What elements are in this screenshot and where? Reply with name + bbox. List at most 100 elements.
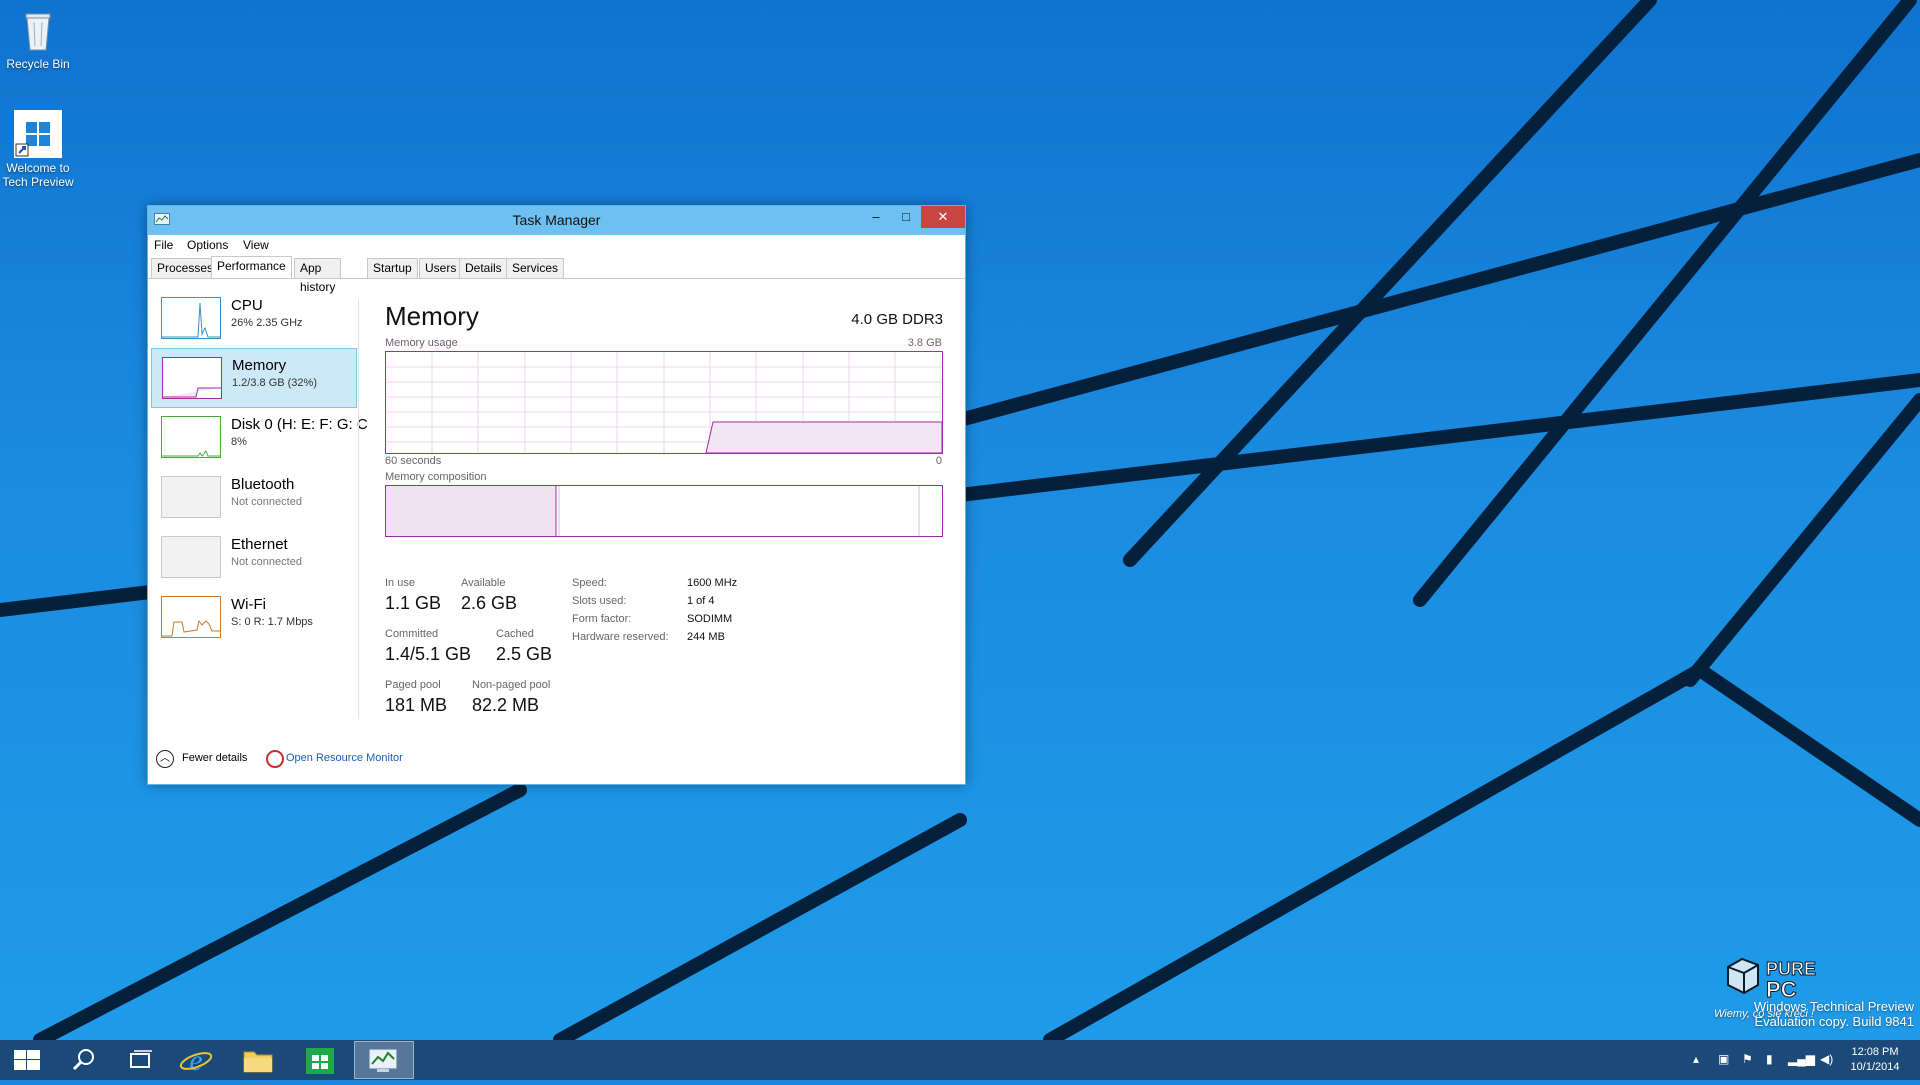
search-button[interactable] <box>56 1040 112 1080</box>
watermark-line2: Evaluation copy. Build 9841 <box>1754 1014 1914 1029</box>
memory-composition-label: Memory composition <box>385 471 487 483</box>
performance-panel: CPU 26% 2.35 GHz Memory 1.2/3.8 GB (32%)… <box>148 278 965 785</box>
tab-services[interactable]: Services <box>506 258 565 279</box>
memory-usage-label: Memory usage <box>385 337 458 349</box>
start-button[interactable] <box>0 1040 56 1080</box>
ethernet-graph-icon <box>161 536 221 578</box>
recycle-bin-icon <box>14 6 62 54</box>
store-button[interactable] <box>292 1040 348 1080</box>
task-view-icon <box>130 1050 152 1068</box>
tab-details[interactable]: Details <box>459 258 508 279</box>
file-explorer-button[interactable] <box>230 1040 286 1080</box>
windows-logo-icon <box>14 110 62 158</box>
sidebar-wifi-subtitle: S: 0 R: 1.7 Mbps <box>231 616 313 628</box>
hardware-reserved-label: Hardware reserved: <box>572 631 669 643</box>
tab-performance[interactable]: Performance <box>211 256 292 279</box>
sidebar-disk-subtitle: 8% <box>231 436 247 448</box>
flag-icon[interactable]: ⚑ <box>1742 1052 1753 1066</box>
sidebar-cpu-subtitle: 26% 2.35 GHz <box>231 317 303 329</box>
clock-time: 12:08 PM <box>1851 1046 1899 1058</box>
task-view-button[interactable] <box>112 1040 168 1080</box>
resource-monitor-icon <box>266 750 284 768</box>
chevron-up-icon: ︿ <box>156 750 174 768</box>
close-button[interactable]: ✕ <box>921 206 965 228</box>
volume-icon[interactable]: ◀) <box>1820 1052 1833 1066</box>
search-icon <box>72 1049 94 1071</box>
sidebar-item-memory[interactable]: Memory 1.2/3.8 GB (32%) <box>151 348 357 408</box>
available-value: 2.6 GB <box>461 593 518 613</box>
sidebar-cpu-title: CPU <box>231 297 263 314</box>
memory-usage-graph <box>385 351 943 454</box>
svg-text:e: e <box>189 1044 202 1077</box>
tab-app-history[interactable]: App history <box>294 258 342 294</box>
minimize-button[interactable]: – <box>861 206 891 228</box>
time-left-label: 60 seconds <box>385 455 442 467</box>
slots-label: Slots used: <box>572 595 627 607</box>
memory-usage-max: 3.8 GB <box>907 337 942 349</box>
form-factor-value: SODIMM <box>687 613 733 625</box>
sidebar-item-cpu[interactable]: CPU 26% 2.35 GHz <box>151 289 357 347</box>
tab-startup[interactable]: Startup <box>367 258 418 279</box>
windows-build-watermark: Windows Technical Preview Evaluation cop… <box>1754 955 1914 1029</box>
sidebar-ethernet-title: Ethernet <box>231 536 288 553</box>
show-hidden-icons-icon[interactable]: ▴ <box>1693 1052 1699 1066</box>
sidebar-item-ethernet[interactable]: Ethernet Not connected <box>151 528 357 586</box>
task-manager-taskbar-button[interactable] <box>354 1041 414 1079</box>
tab-processes[interactable]: Processes <box>151 258 220 279</box>
menu-file[interactable]: File <box>154 238 173 252</box>
menu-options[interactable]: Options <box>187 238 228 252</box>
welcome-label: Welcome to Tech Preview <box>2 161 74 189</box>
store-icon <box>306 1048 334 1074</box>
windows-start-icon <box>14 1050 40 1070</box>
folder-icon <box>243 1051 273 1073</box>
recycle-bin-shortcut[interactable]: Recycle Bin <box>0 6 76 71</box>
window-title: Task Manager <box>512 212 601 228</box>
wifi-graph-icon <box>161 596 221 638</box>
watermark-line1: Windows Technical Preview <box>1753 999 1914 1014</box>
clock[interactable]: 12:08 PM 10/1/2014 <box>1840 1045 1910 1075</box>
task-manager-window: Task Manager – □ ✕ File Options View Pro… <box>147 205 966 785</box>
in-use-value: 1.1 GB <box>385 593 442 613</box>
action-center-icon[interactable]: ▣ <box>1718 1052 1729 1066</box>
panel-divider <box>358 299 359 719</box>
sidebar-item-disk[interactable]: Disk 0 (H: E: F: G: C 8% <box>151 408 368 466</box>
sidebar-ethernet-subtitle: Not connected <box>231 556 302 568</box>
sidebar-item-bluetooth[interactable]: Bluetooth Not connected <box>151 468 357 526</box>
in-use-label: In use <box>385 577 415 589</box>
paged-pool-label: Paged pool <box>385 679 441 691</box>
committed-value: 1.4/5.1 GB <box>385 644 472 664</box>
nonpaged-pool-label: Non-paged pool <box>472 679 551 691</box>
speed-label: Speed: <box>572 577 607 589</box>
clock-date: 10/1/2014 <box>1850 1061 1900 1073</box>
speed-value: 1600 MHz <box>687 577 738 589</box>
taskbar: e ▴ ▣ ⚑ ▮ ▂▄▆ ◀) 12:08 PM 10/1/2014 <box>0 1040 1920 1080</box>
bluetooth-graph-icon <box>161 476 221 518</box>
nonpaged-pool-value: 82.2 MB <box>472 695 540 715</box>
internet-explorer-icon: e <box>179 1044 213 1077</box>
fewer-details-label: Fewer details <box>182 752 248 764</box>
recycle-bin-label: Recycle Bin <box>6 57 70 71</box>
memory-heading: Memory <box>385 301 479 331</box>
available-label: Available <box>461 577 506 589</box>
slots-value: 1 of 4 <box>687 595 715 607</box>
maximize-button[interactable]: □ <box>891 206 921 228</box>
cached-value: 2.5 GB <box>496 644 553 664</box>
sidebar-bluetooth-title: Bluetooth <box>231 476 295 493</box>
open-resource-monitor-label: Open Resource Monitor <box>286 752 403 764</box>
menu-view[interactable]: View <box>243 238 269 252</box>
sidebar-memory-title: Memory <box>232 357 287 374</box>
network-icon[interactable]: ▂▄▆ <box>1788 1052 1815 1066</box>
welcome-shortcut[interactable]: Welcome to Tech Preview <box>0 110 76 189</box>
battery-icon[interactable]: ▮ <box>1766 1052 1773 1066</box>
sidebar-item-wifi[interactable]: Wi-Fi S: 0 R: 1.7 Mbps <box>151 588 357 646</box>
title-bar[interactable]: Task Manager – □ ✕ <box>148 206 965 235</box>
menu-bar: File Options View <box>148 235 965 255</box>
internet-explorer-button[interactable]: e <box>168 1040 224 1080</box>
tab-users[interactable]: Users <box>419 258 463 279</box>
cpu-graph-icon <box>161 297 221 339</box>
cached-label: Cached <box>496 628 534 640</box>
time-right-label: 0 <box>935 455 942 467</box>
sidebar-wifi-title: Wi-Fi <box>231 596 266 613</box>
hardware-reserved-value: 244 MB <box>687 631 725 643</box>
disk-graph-icon <box>161 416 221 458</box>
